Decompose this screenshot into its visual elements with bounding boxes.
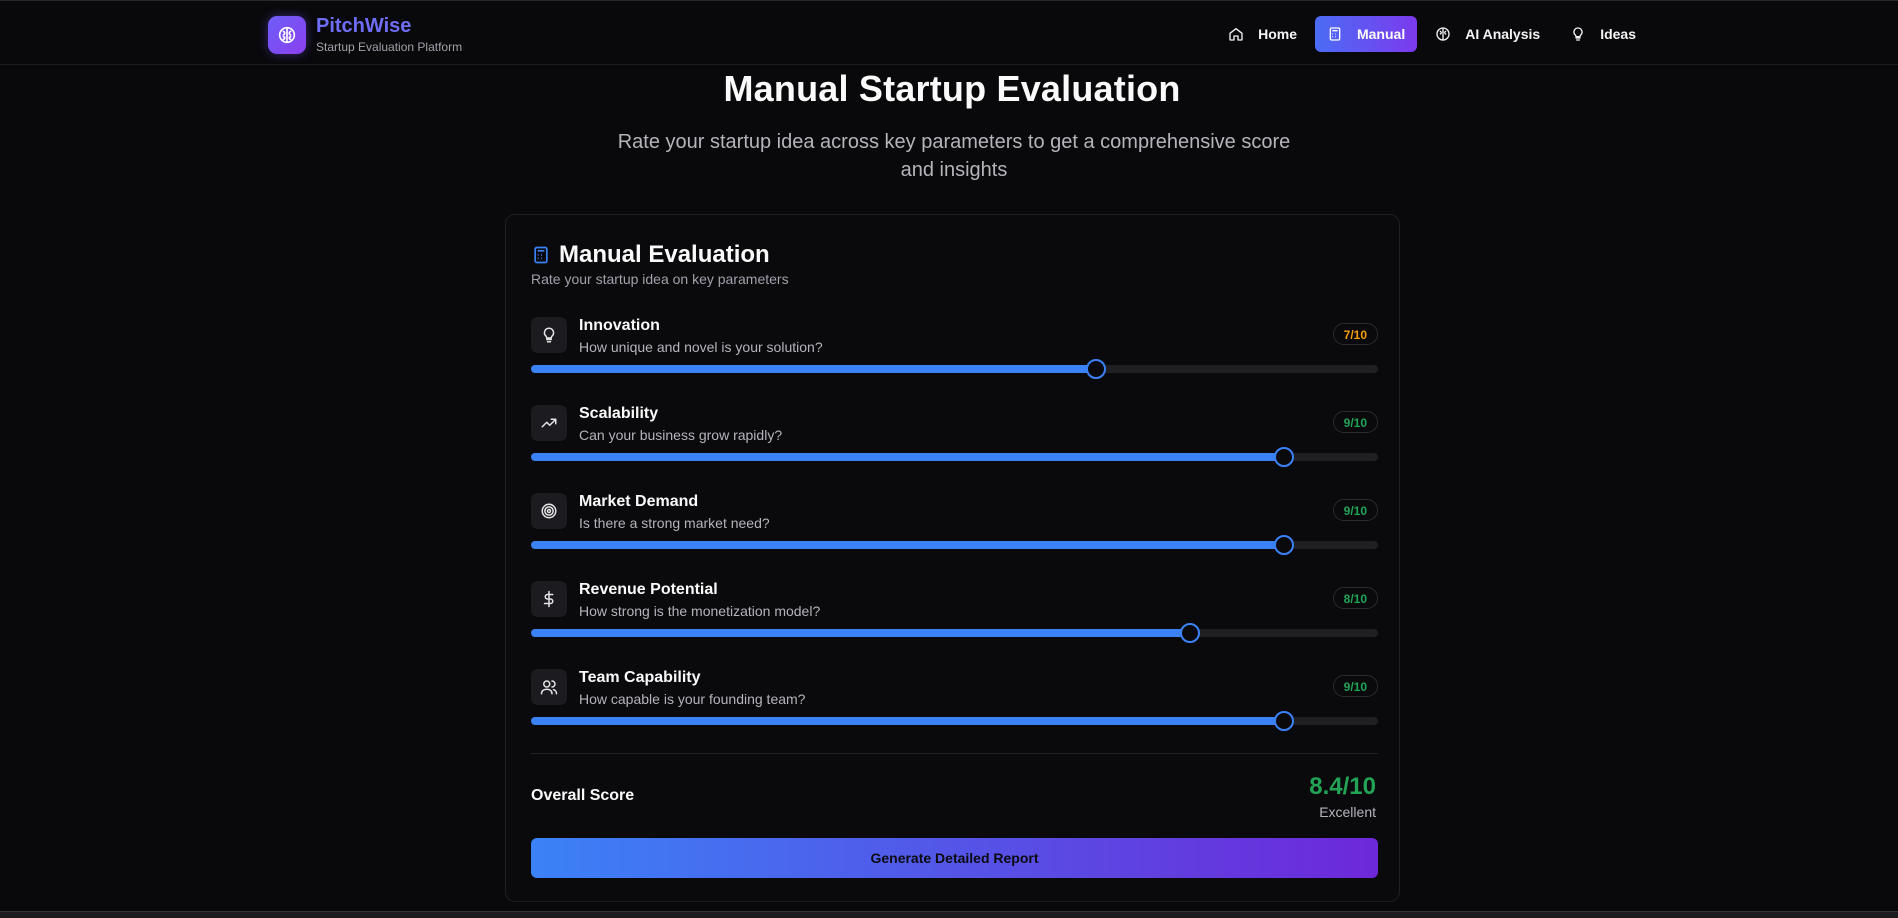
lightbulb-icon (1573, 27, 1583, 41)
score-slider[interactable] (531, 623, 1378, 643)
parameter-question: How unique and novel is your solution? (579, 339, 823, 355)
overall-rating: Excellent (1319, 804, 1376, 820)
score-badge: 9/10 (1332, 499, 1378, 521)
slider-fill (531, 365, 1096, 373)
target-icon (531, 493, 567, 529)
parameter-name: Revenue Potential (579, 581, 718, 598)
slider-fill (531, 629, 1190, 637)
parameter-question: How capable is your founding team? (579, 691, 806, 707)
nav-item-ai-analysis[interactable]: AI Analysis (1423, 16, 1552, 52)
top-navbar: PitchWise Startup Evaluation Platform Ho… (0, 0, 1898, 65)
parameter-name: Team Capability (579, 669, 701, 686)
brand-tagline: Startup Evaluation Platform (316, 40, 463, 54)
slider-thumb[interactable] (1273, 711, 1294, 731)
slider-thumb[interactable] (1273, 535, 1294, 555)
brain-logo-icon (268, 16, 306, 54)
parameter-name: Market Demand (579, 493, 699, 510)
card-subtitle: Rate your startup idea on key parameters (531, 271, 789, 287)
score-slider[interactable] (531, 447, 1378, 467)
page-subtitle: Rate your startup idea across key parame… (617, 131, 1291, 181)
parameter-scalability: Scalability Can your business grow rapid… (531, 405, 1378, 479)
parameter-innovation: Innovation How unique and novel is your … (531, 317, 1378, 391)
nav-label-ai-analysis: AI Analysis (1465, 26, 1541, 42)
slider-fill (531, 453, 1284, 461)
slider-fill (531, 541, 1284, 549)
lightbulb-icon (531, 317, 567, 353)
nav-label-manual: Manual (1356, 26, 1406, 42)
nav-label-ideas: Ideas (1600, 26, 1636, 42)
trending-up-icon (531, 405, 567, 441)
score-badge: 7/10 (1332, 323, 1378, 345)
parameter-team-capability: Team Capability How capable is your foun… (531, 669, 1378, 743)
dollar-icon (531, 581, 567, 617)
overall-score-value: 8.4/10 (1309, 773, 1376, 800)
score-badge: 9/10 (1332, 411, 1378, 433)
slider-thumb[interactable] (1273, 447, 1294, 467)
parameter-name: Scalability (579, 405, 659, 422)
overall-score-label: Overall Score (531, 787, 635, 804)
slider-fill (531, 717, 1284, 725)
slider-thumb[interactable] (1085, 359, 1106, 379)
score-slider[interactable] (531, 359, 1378, 379)
brand[interactable]: PitchWise Startup Evaluation Platform (268, 15, 462, 55)
main-nav: Home Manual AI Analysis Ideas (1216, 16, 1648, 52)
calculator-icon (1329, 27, 1341, 41)
parameter-question: Can your business grow rapidly? (579, 427, 783, 443)
score-slider[interactable] (531, 535, 1378, 555)
evaluation-card: Manual Evaluation Rate your startup idea… (505, 214, 1400, 902)
card-title: Manual Evaluation (559, 241, 770, 268)
nav-item-ideas[interactable]: Ideas (1558, 16, 1648, 52)
parameter-question: How strong is the monetization model? (579, 603, 821, 619)
nav-item-manual[interactable]: Manual (1314, 16, 1418, 52)
brand-name: PitchWise (316, 15, 412, 37)
parameter-question: Is there a strong market need? (579, 515, 770, 531)
page-title: Manual Startup Evaluation (723, 68, 1181, 109)
calculator-icon (534, 246, 548, 264)
divider (531, 753, 1378, 754)
brain-icon (1436, 27, 1450, 41)
score-badge: 8/10 (1332, 587, 1378, 609)
nav-label-home: Home (1258, 26, 1297, 42)
generate-report-button[interactable]: Generate Detailed Report (531, 838, 1378, 878)
parameter-market-demand: Market Demand Is there a strong market n… (531, 493, 1378, 567)
slider-thumb[interactable] (1179, 623, 1200, 643)
nav-item-home[interactable]: Home (1216, 16, 1309, 52)
parameter-revenue-potential: Revenue Potential How strong is the mone… (531, 581, 1378, 655)
score-badge: 9/10 (1332, 675, 1378, 697)
score-slider[interactable] (531, 711, 1378, 731)
parameter-name: Innovation (579, 317, 660, 334)
bottom-edge (0, 911, 1898, 918)
users-icon (531, 669, 567, 705)
home-icon (1229, 28, 1243, 41)
